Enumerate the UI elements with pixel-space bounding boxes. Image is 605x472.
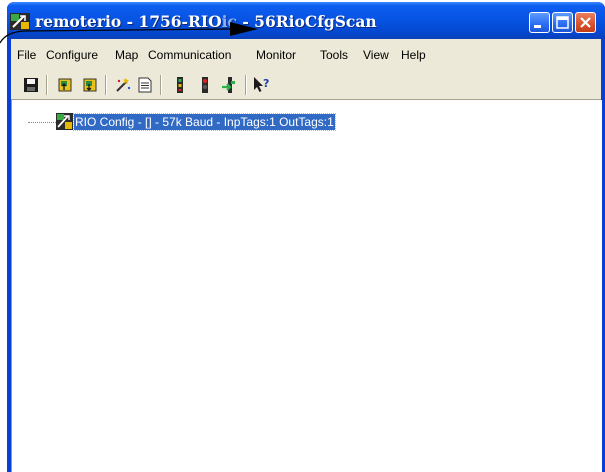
wizard-icon[interactable] (114, 76, 132, 94)
connect-icon[interactable] (221, 76, 239, 94)
menu-help[interactable]: Help (401, 47, 426, 63)
save-icon[interactable] (22, 76, 40, 94)
svg-text:?: ? (263, 77, 269, 90)
menu-view[interactable]: View (363, 47, 389, 63)
menu-monitor[interactable]: Monitor (256, 47, 296, 63)
menu-configure[interactable]: Configure (46, 47, 98, 63)
app-window: remoterio - 1756-RIOic - 56RioCfgScan Fi… (7, 2, 605, 472)
report-icon[interactable] (136, 76, 154, 94)
menu-communication[interactable]: Communication (148, 47, 231, 63)
toolbar-separator (160, 75, 162, 95)
toolbar: ? (11, 69, 601, 100)
app-icon[interactable] (10, 13, 30, 30)
menu-bar: File Configure Map Communication Monitor… (11, 39, 601, 69)
upload-icon[interactable] (56, 76, 74, 94)
toolbar-separator (105, 75, 107, 95)
window-title-suffix: - 56RioCfgScan (236, 12, 377, 31)
close-icon (580, 17, 591, 28)
window-title-main: remoterio - 1756-RIO (35, 12, 222, 31)
io-module-icon[interactable] (171, 76, 189, 94)
download-icon[interactable] (81, 76, 99, 94)
window-title: remoterio - 1756-RIOic - 56RioCfgScan (35, 11, 377, 33)
close-button[interactable] (575, 12, 596, 33)
maximize-icon (556, 16, 569, 29)
toolbar-separator (245, 75, 247, 95)
menu-file[interactable]: File (17, 47, 36, 63)
maximize-button[interactable] (552, 12, 573, 33)
menu-tools[interactable]: Tools (320, 47, 348, 63)
minimize-button[interactable] (529, 12, 550, 33)
stop-icon[interactable] (196, 76, 214, 94)
window-title-partial: ic (221, 12, 237, 31)
minimize-icon (534, 25, 541, 28)
rio-config-icon[interactable] (56, 113, 73, 130)
tree-view[interactable]: RIO Config - [] - 57k Baud - InpTags:1 O… (11, 100, 602, 472)
tree-node-rio-config[interactable]: RIO Config - [] - 57k Baud - InpTags:1 O… (73, 113, 336, 131)
toolbar-separator (46, 75, 48, 95)
help-pointer-icon[interactable]: ? (252, 76, 270, 94)
menu-map[interactable]: Map (115, 47, 138, 63)
title-bar[interactable]: remoterio - 1756-RIOic - 56RioCfgScan (7, 2, 605, 39)
